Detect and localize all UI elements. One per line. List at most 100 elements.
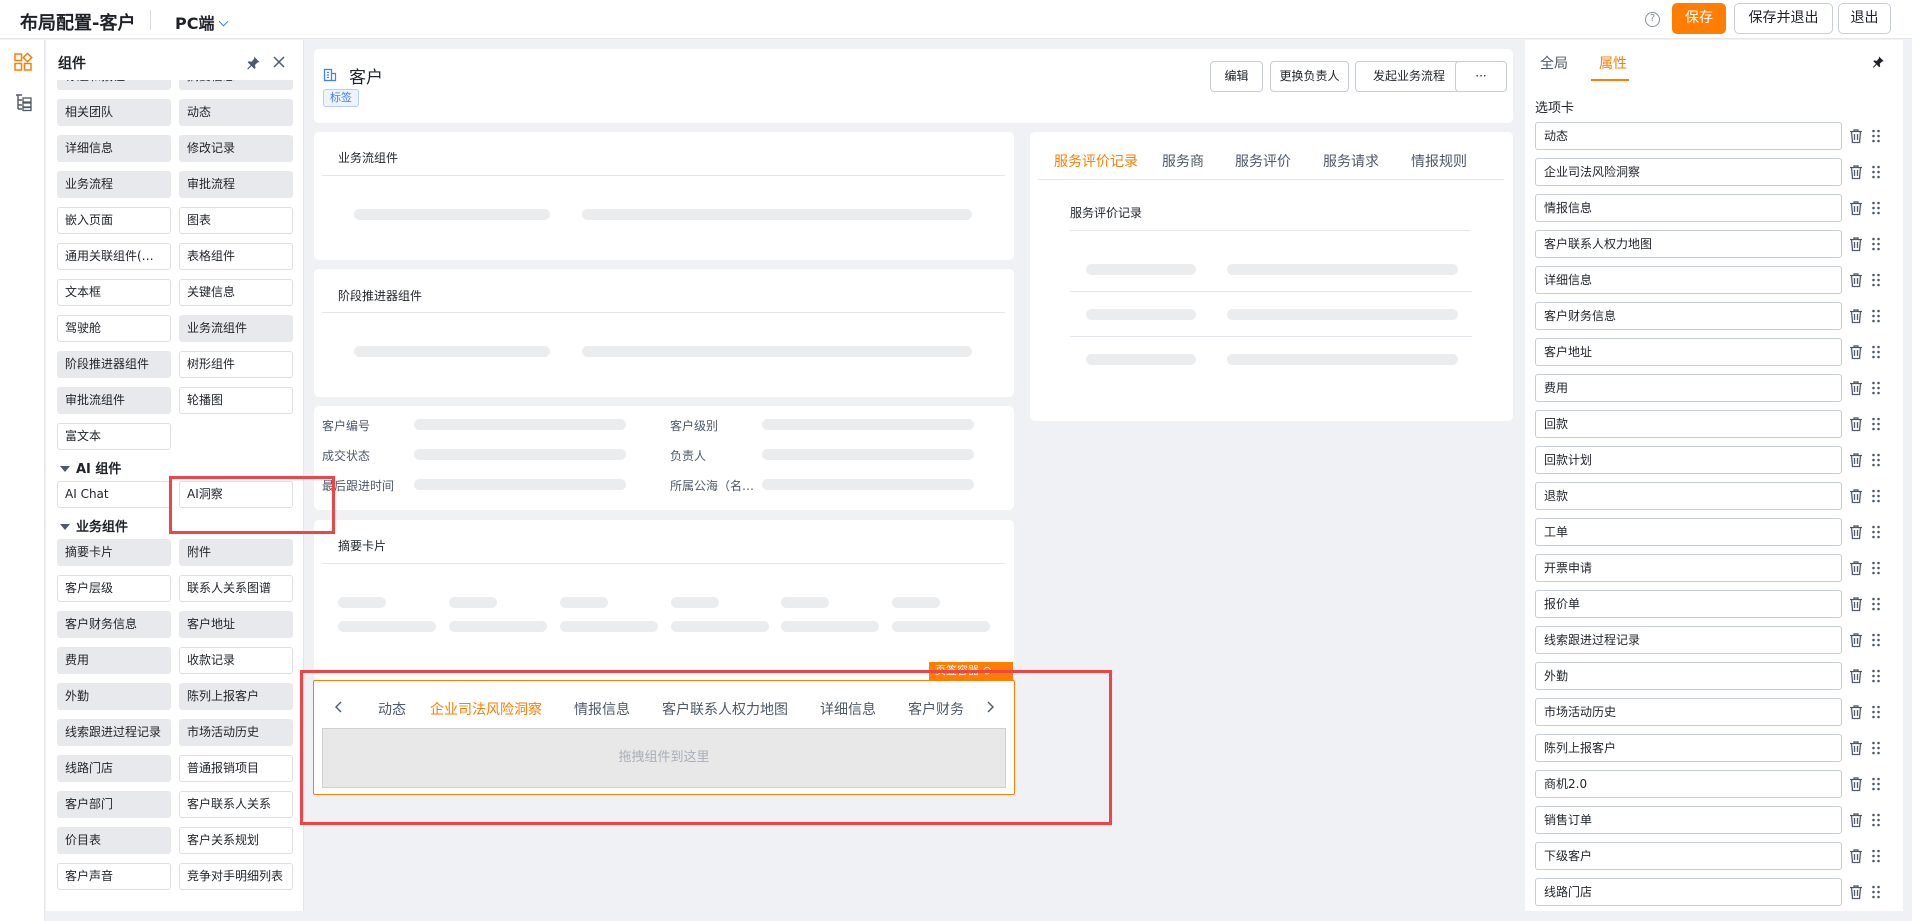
component-item[interactable]: 审批流组件	[57, 387, 171, 414]
component-item[interactable]: 外勤	[57, 683, 171, 710]
trash-icon[interactable]	[1849, 200, 1863, 216]
trash-icon[interactable]	[1849, 236, 1863, 252]
tab-option-input[interactable]: 下级客户	[1535, 842, 1842, 870]
key-info-card[interactable]: 客户编号 客户级别 成交状态 负责人 最后跟进时间 所属公海（名…	[314, 406, 1014, 510]
trash-icon[interactable]	[1849, 308, 1863, 324]
trash-icon[interactable]	[1849, 452, 1863, 468]
change-owner-button[interactable]: 更换负责人	[1270, 61, 1349, 92]
drag-handle-icon[interactable]	[1871, 668, 1881, 684]
drag-handle-icon[interactable]	[1871, 632, 1881, 648]
save-button[interactable]: 保存	[1672, 3, 1726, 34]
component-item[interactable]: 阶段推进器组件	[57, 351, 171, 378]
component-item[interactable]: 收款记录	[179, 647, 293, 674]
component-item[interactable]: 轮播图	[179, 387, 293, 414]
components-icon[interactable]	[13, 52, 33, 72]
component-item[interactable]: 附件	[179, 539, 293, 566]
component-item[interactable]: 相关团队	[57, 99, 171, 126]
trash-icon[interactable]	[1849, 632, 1863, 648]
pin-icon[interactable]	[245, 55, 261, 71]
stage-progress-card[interactable]: 阶段推进器组件	[314, 269, 1014, 397]
trash-icon[interactable]	[1849, 164, 1863, 180]
trash-icon[interactable]	[1849, 380, 1863, 396]
tab-option-input[interactable]: 客户联系人权力地图	[1535, 230, 1842, 258]
trash-icon[interactable]	[1849, 668, 1863, 684]
tab-global[interactable]: 全局	[1540, 53, 1568, 73]
component-item[interactable]: 富文本	[57, 423, 171, 450]
drag-handle-icon[interactable]	[1871, 272, 1881, 288]
component-item[interactable]: 陈列上报客户	[179, 683, 293, 710]
tab-option-input[interactable]: 陈列上报客户	[1535, 734, 1842, 762]
component-item[interactable]: 客户财务信息	[57, 611, 171, 638]
trash-icon[interactable]	[1849, 596, 1863, 612]
trash-icon[interactable]	[1849, 812, 1863, 828]
tab-option-input[interactable]: 商机2.0	[1535, 770, 1842, 798]
component-item[interactable]: 客户部门	[57, 791, 171, 818]
drag-handle-icon[interactable]	[1871, 812, 1881, 828]
trash-icon[interactable]	[1849, 776, 1863, 792]
component-item[interactable]: 市场活动历史	[179, 719, 293, 746]
component-item[interactable]: 费用	[57, 647, 171, 674]
component-item[interactable]: 线索跟进过程记录	[57, 719, 171, 746]
drag-handle-icon[interactable]	[1871, 236, 1881, 252]
drag-handle-icon[interactable]	[1871, 164, 1881, 180]
component-item[interactable]: 价目表	[57, 827, 171, 854]
trash-icon[interactable]	[1849, 704, 1863, 720]
tab-option-input[interactable]: 企业司法风险洞察	[1535, 158, 1842, 186]
close-icon[interactable]	[271, 54, 287, 70]
component-item[interactable]: 客户联系人关系	[179, 791, 293, 818]
tab-option-input[interactable]: 回款计划	[1535, 446, 1842, 474]
component-item[interactable]: 嵌入页面	[57, 207, 171, 234]
tab-properties[interactable]: 属性	[1599, 53, 1627, 73]
trash-icon[interactable]	[1849, 416, 1863, 432]
drag-handle-icon[interactable]	[1871, 200, 1881, 216]
component-item[interactable]: 图表	[179, 207, 293, 234]
drag-handle-icon[interactable]	[1871, 848, 1881, 864]
tab-option-input[interactable]: 详细信息	[1535, 266, 1842, 294]
start-flow-button[interactable]: 发起业务流程	[1355, 61, 1463, 92]
component-item[interactable]: 修改记录	[179, 135, 293, 162]
component-item[interactable]: 客户关系规划	[179, 827, 293, 854]
tab-option-input[interactable]: 客户财务信息	[1535, 302, 1842, 330]
tab-option-input[interactable]: 费用	[1535, 374, 1842, 402]
component-item[interactable]: 树形组件	[179, 351, 293, 378]
drag-handle-icon[interactable]	[1871, 452, 1881, 468]
component-item[interactable]: 摘要卡片	[57, 539, 171, 566]
tab-option-input[interactable]: 退款	[1535, 482, 1842, 510]
help-icon[interactable]: ?	[1645, 12, 1660, 27]
tab-option-input[interactable]: 开票申请	[1535, 554, 1842, 582]
service-tabs-card[interactable]: 服务评价记录 服务商 服务评价 服务请求 情报规则 服务评价记录	[1030, 132, 1513, 421]
component-item[interactable]: 关键信息	[179, 279, 293, 306]
drag-handle-icon[interactable]	[1871, 416, 1881, 432]
trash-icon[interactable]	[1849, 488, 1863, 504]
tab-service-request[interactable]: 服务请求	[1323, 151, 1379, 171]
tab-option-input[interactable]: 情报信息	[1535, 194, 1842, 222]
drag-handle-icon[interactable]	[1871, 524, 1881, 540]
component-item[interactable]: 审批流程	[179, 171, 293, 198]
trash-icon[interactable]	[1849, 848, 1863, 864]
tab-service-provider[interactable]: 服务商	[1162, 151, 1204, 171]
component-item[interactable]: 普通报销项目	[179, 755, 293, 782]
more-button[interactable]: ···	[1455, 61, 1507, 92]
trash-icon[interactable]	[1849, 272, 1863, 288]
component-item[interactable]: 联系人关系图谱	[179, 575, 293, 602]
drag-handle-icon[interactable]	[1871, 380, 1881, 396]
header-card[interactable]: 客户 标签 编辑 更换负责人 发起业务流程 ···	[314, 49, 1513, 123]
trash-icon[interactable]	[1849, 884, 1863, 900]
trash-icon[interactable]	[1849, 740, 1863, 756]
tab-option-input[interactable]: 动态	[1535, 122, 1842, 150]
component-item[interactable]: 摘要信息	[179, 80, 293, 90]
drag-handle-icon[interactable]	[1871, 128, 1881, 144]
component-item[interactable]: 详细信息	[57, 135, 171, 162]
tab-option-input[interactable]: 外勤	[1535, 662, 1842, 690]
business-flow-card[interactable]: 业务流组件	[314, 132, 1014, 260]
component-item[interactable]: 通用关联组件(…	[57, 243, 171, 270]
exit-button[interactable]: 退出	[1838, 3, 1891, 34]
component-item[interactable]: 竞争对手明细列表	[179, 863, 293, 890]
tab-option-input[interactable]: 客户地址	[1535, 338, 1842, 366]
drag-handle-icon[interactable]	[1871, 560, 1881, 576]
trash-icon[interactable]	[1849, 560, 1863, 576]
tree-icon[interactable]	[13, 92, 33, 112]
drag-handle-icon[interactable]	[1871, 344, 1881, 360]
drag-handle-icon[interactable]	[1871, 704, 1881, 720]
tab-option-input[interactable]: 回款	[1535, 410, 1842, 438]
